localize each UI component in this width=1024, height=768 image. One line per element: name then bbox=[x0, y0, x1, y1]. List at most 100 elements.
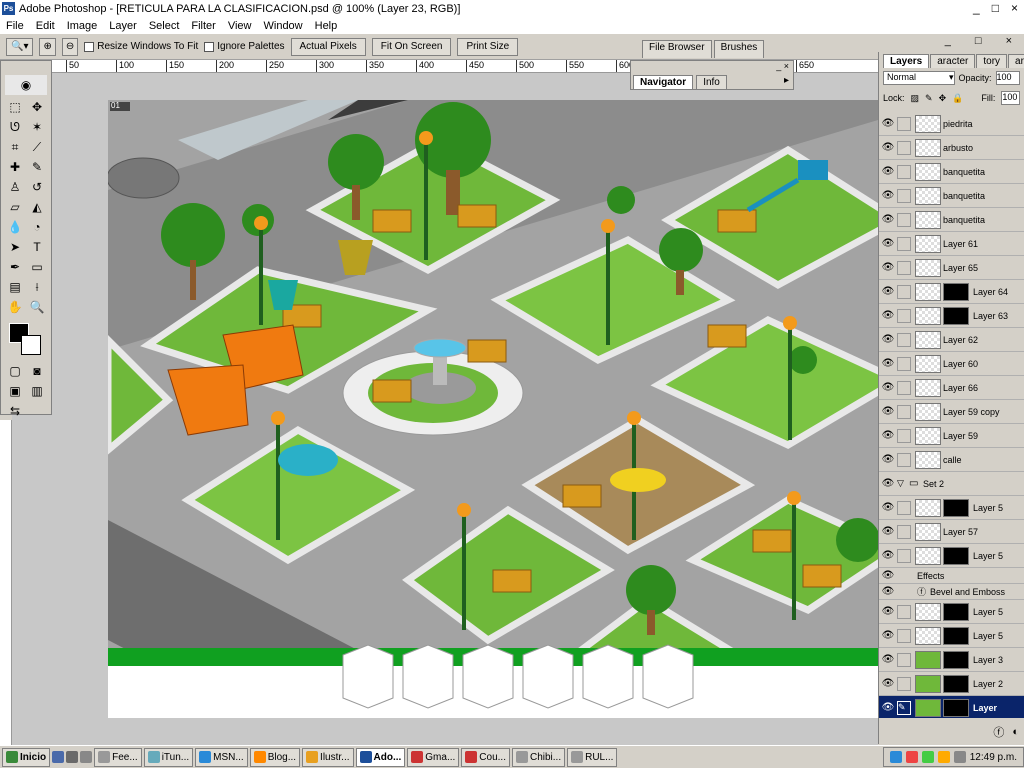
actual-pixels-button[interactable]: Actual Pixels bbox=[290, 37, 366, 56]
eye-icon[interactable]: 👁 bbox=[879, 478, 897, 489]
layer-row[interactable]: 👁 Layer 64 bbox=[879, 280, 1024, 304]
layer-set-row[interactable]: 👁 ▽ ▭ Set 2 bbox=[879, 472, 1024, 496]
tab-info[interactable]: Info bbox=[696, 75, 727, 89]
add-mask-icon[interactable]: ◐ bbox=[1012, 726, 1019, 738]
pen-tool-icon[interactable]: ✒ bbox=[5, 257, 25, 277]
layer-row[interactable]: 👁 piedrita bbox=[879, 112, 1024, 136]
background-color[interactable] bbox=[21, 335, 41, 355]
zoom-tool-icon[interactable]: 🔍 bbox=[27, 297, 47, 317]
history-brush-icon[interactable]: ↺ bbox=[27, 177, 47, 197]
task-chibi[interactable]: Chibi... bbox=[511, 747, 566, 767]
quickmask-mode-icon[interactable]: ◙ bbox=[27, 361, 47, 381]
notes-tool-icon[interactable]: ▤ bbox=[5, 277, 25, 297]
ignore-palettes-checkbox[interactable]: Ignore Palettes bbox=[204, 41, 285, 52]
layer-row[interactable]: 👁 Layer 59 copy bbox=[879, 400, 1024, 424]
eye-icon[interactable]: 👁 bbox=[879, 382, 897, 393]
layer-row[interactable]: 👁 banquetita bbox=[879, 160, 1024, 184]
menu-view[interactable]: View bbox=[222, 20, 258, 32]
eye-icon[interactable]: 👁 bbox=[879, 586, 897, 597]
layer-row[interactable]: 👁 Layer 5 bbox=[879, 544, 1024, 568]
document-canvas[interactable]: 01 bbox=[108, 100, 878, 718]
eraser-tool-icon[interactable]: ▱ bbox=[5, 197, 25, 217]
screen-mode-icon[interactable]: ▣ bbox=[5, 381, 25, 401]
menu-edit[interactable]: Edit bbox=[30, 20, 61, 32]
eye-icon[interactable]: 👁 bbox=[879, 262, 897, 273]
eye-icon[interactable]: 👁 bbox=[879, 606, 897, 617]
magic-wand-icon[interactable]: ✶ bbox=[27, 117, 47, 137]
zoom-in-button[interactable]: ⊕ bbox=[39, 37, 56, 56]
adobe-online-icon[interactable]: ◉ bbox=[5, 75, 47, 95]
clone-stamp-icon[interactable]: ♙ bbox=[5, 177, 25, 197]
paint-bucket-icon[interactable]: ◭ bbox=[27, 197, 47, 217]
hand-tool-icon[interactable]: ✋ bbox=[5, 297, 25, 317]
task-itunes[interactable]: iTun... bbox=[143, 747, 194, 767]
quicklaunch-icon[interactable] bbox=[80, 751, 93, 763]
layer-row[interactable]: 👁 Layer 5 bbox=[879, 600, 1024, 624]
layer-row[interactable]: 👁 Layer 65 bbox=[879, 256, 1024, 280]
tab-history[interactable]: tory bbox=[976, 54, 1008, 68]
lock-pixels-icon[interactable]: ✎ bbox=[925, 93, 933, 104]
slice-tool-icon[interactable]: ⟋ bbox=[27, 137, 47, 157]
eye-icon[interactable]: 👁 bbox=[879, 406, 897, 417]
standard-mode-icon[interactable]: ▢ bbox=[5, 361, 25, 381]
menu-help[interactable]: Help bbox=[309, 20, 344, 32]
tab-navigator[interactable]: Navigator bbox=[633, 75, 694, 89]
fit-on-screen-button[interactable]: Fit On Screen bbox=[371, 37, 452, 56]
opacity-input[interactable]: 100 bbox=[995, 71, 1020, 85]
close-icon[interactable]: × bbox=[1011, 1, 1018, 15]
menu-layer[interactable]: Layer bbox=[103, 20, 143, 32]
marquee-tool-icon[interactable]: ⬚ bbox=[5, 97, 25, 117]
add-style-icon[interactable]: ⓕ bbox=[993, 724, 1004, 740]
imageready-icon[interactable]: ⇆ bbox=[5, 401, 25, 421]
doc-close-icon[interactable]: × bbox=[1000, 35, 1018, 47]
eye-icon[interactable]: 👁 bbox=[879, 454, 897, 465]
eye-icon[interactable]: 👁 bbox=[879, 142, 897, 153]
doc-restore-icon[interactable]: □ bbox=[969, 35, 988, 47]
menu-image[interactable]: Image bbox=[61, 20, 104, 32]
layer-row[interactable]: 👁 Layer 2 bbox=[879, 672, 1024, 696]
menu-file[interactable]: File bbox=[0, 20, 30, 32]
menu-select[interactable]: Select bbox=[143, 20, 186, 32]
lasso-tool-icon[interactable]: ᘎ bbox=[5, 117, 25, 137]
eye-icon[interactable]: 👁 bbox=[879, 190, 897, 201]
tray-icon[interactable] bbox=[905, 751, 918, 763]
layer-row[interactable]: 👁 banquetita bbox=[879, 184, 1024, 208]
fullscreen-mode-icon[interactable]: ▥ bbox=[27, 381, 47, 401]
zoom-tool-preset[interactable]: 🔍▾ bbox=[6, 37, 34, 56]
eye-icon[interactable]: 👁 bbox=[879, 334, 897, 345]
eye-icon[interactable]: 👁 bbox=[879, 526, 897, 537]
eye-icon[interactable]: 👁 bbox=[879, 286, 897, 297]
eye-icon[interactable]: 👁 bbox=[879, 166, 897, 177]
lock-position-icon[interactable]: ✥ bbox=[939, 93, 947, 104]
task-blog[interactable]: Blog... bbox=[249, 747, 301, 767]
eye-icon[interactable]: 👁 bbox=[879, 502, 897, 513]
task-illustrator[interactable]: Ilustr... bbox=[302, 747, 354, 767]
tab-brushes[interactable]: Brushes bbox=[713, 40, 765, 58]
tray-icon[interactable] bbox=[937, 751, 950, 763]
move-tool-icon[interactable]: ✥ bbox=[27, 97, 47, 117]
menu-window[interactable]: Window bbox=[258, 20, 309, 32]
dodge-tool-icon[interactable]: ◔ bbox=[27, 217, 47, 237]
layer-row[interactable]: 👁 arbusto bbox=[879, 136, 1024, 160]
blur-tool-icon[interactable]: 💧 bbox=[5, 217, 25, 237]
layer-row-selected[interactable]: 👁 ✎ Layer bbox=[879, 696, 1024, 718]
eye-icon[interactable]: 👁 bbox=[879, 702, 897, 713]
layer-row[interactable]: 👁 Layer 60 bbox=[879, 352, 1024, 376]
eye-icon[interactable]: 👁 bbox=[879, 570, 897, 581]
task-cou[interactable]: Cou... bbox=[461, 747, 510, 767]
menu-filter[interactable]: Filter bbox=[185, 20, 221, 32]
maximize-icon[interactable]: □ bbox=[992, 1, 999, 15]
layer-row[interactable]: 👁 banquetita bbox=[879, 208, 1024, 232]
type-tool-icon[interactable]: T bbox=[27, 237, 47, 257]
bevel-row[interactable]: 👁 ⓕ Bevel and Emboss bbox=[879, 584, 1024, 600]
volume-icon[interactable] bbox=[953, 751, 966, 763]
task-photoshop[interactable]: Ado... bbox=[355, 747, 406, 767]
fill-input[interactable]: 100 bbox=[1001, 91, 1020, 105]
layer-row[interactable]: 👁 calle bbox=[879, 448, 1024, 472]
healing-brush-icon[interactable]: ✚ bbox=[5, 157, 25, 177]
layer-row[interactable]: 👁 Layer 5 bbox=[879, 624, 1024, 648]
task-feeds[interactable]: Fee... bbox=[94, 747, 142, 767]
quicklaunch-icon[interactable] bbox=[66, 751, 79, 763]
start-button[interactable]: Inicio bbox=[2, 747, 51, 767]
eyedropper-icon[interactable]: ⟊ bbox=[27, 277, 47, 297]
